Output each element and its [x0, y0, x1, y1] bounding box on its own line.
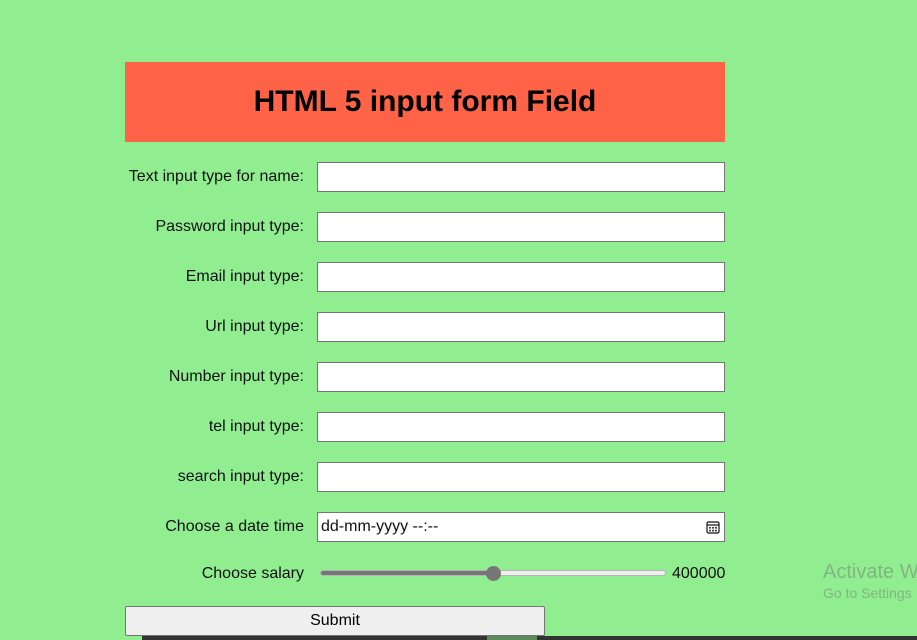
- number-label: Number input type:: [168, 368, 304, 385]
- url-label: Url input type:: [205, 318, 304, 335]
- number-input[interactable]: [318, 363, 724, 391]
- email-field-box: [317, 262, 725, 292]
- search-field-box: [317, 462, 725, 492]
- salary-slider-thumb[interactable]: [486, 566, 501, 581]
- tel-input[interactable]: [318, 413, 724, 441]
- name-field-box: [317, 162, 725, 192]
- url-row: Url input type:: [125, 312, 725, 342]
- number-row: Number input type:: [125, 362, 725, 392]
- datetime-placeholder: dd-mm-yyyy --:--: [321, 518, 439, 535]
- page-header: HTML 5 input form Field: [125, 62, 725, 142]
- salary-slider[interactable]: [317, 559, 669, 589]
- email-row: Email input type:: [125, 262, 725, 292]
- name-row: Text input type for name:: [125, 162, 725, 192]
- datetime-input[interactable]: dd-mm-yyyy --:--: [317, 512, 725, 542]
- calendar-icon[interactable]: [706, 520, 720, 534]
- search-input[interactable]: [318, 463, 724, 491]
- number-field-box: [317, 362, 725, 392]
- watermark-title: Activate W: [823, 561, 917, 583]
- search-label: search input type:: [177, 468, 304, 485]
- page: HTML 5 input form Field Text input type …: [0, 0, 917, 640]
- bottom-scroll-bar: [142, 636, 917, 640]
- password-input[interactable]: [318, 213, 724, 241]
- password-label: Password input type:: [155, 218, 304, 235]
- bottom-bar-segment: [487, 636, 537, 640]
- password-field-box: [317, 212, 725, 242]
- datetime-label: Choose a date time: [165, 518, 304, 535]
- datetime-row: Choose a date time dd-mm-yyyy --:--: [125, 512, 725, 542]
- tel-field-box: [317, 412, 725, 442]
- email-input[interactable]: [318, 263, 724, 291]
- salary-label: Choose salary: [201, 565, 304, 582]
- salary-row: Choose salary 400000: [125, 559, 726, 589]
- salary-slider-fill: [321, 571, 494, 575]
- salary-value: 400000: [672, 565, 726, 582]
- url-field-box: [317, 312, 725, 342]
- email-label: Email input type:: [185, 268, 304, 285]
- name-input[interactable]: [318, 163, 724, 191]
- name-label: Text input type for name:: [128, 168, 304, 185]
- tel-label: tel input type:: [208, 418, 304, 435]
- search-row: search input type:: [125, 462, 725, 492]
- page-title: HTML 5 input form Field: [253, 85, 597, 118]
- url-input[interactable]: [318, 313, 724, 341]
- password-row: Password input type:: [125, 212, 725, 242]
- tel-row: tel input type:: [125, 412, 725, 442]
- watermark-subtitle: Go to Settings: [823, 585, 912, 601]
- activation-watermark: Activate W Go to Settings: [823, 560, 917, 602]
- submit-button[interactable]: Submit: [125, 606, 545, 636]
